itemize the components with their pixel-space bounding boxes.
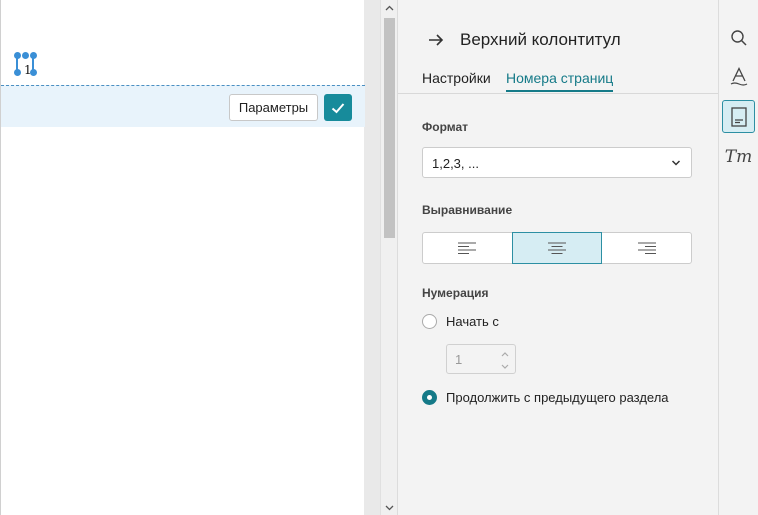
panel-tabs: Настройки Номера страниц <box>398 66 719 94</box>
alignment-label: Выравнивание <box>422 203 513 217</box>
start-from-option[interactable]: Начать с <box>422 314 499 329</box>
start-number-value: 1 <box>455 352 463 367</box>
header-footer-icon <box>730 106 747 127</box>
header-footer-button[interactable] <box>722 100 755 133</box>
params-button[interactable]: Параметры <box>229 94 318 121</box>
text-style-button[interactable] <box>722 60 755 93</box>
font-icon: Tт <box>724 146 753 167</box>
selection-handle[interactable] <box>14 69 21 76</box>
vertical-scrollbar[interactable] <box>380 0 397 515</box>
start-from-label: Начать с <box>446 314 499 329</box>
scroll-down-button[interactable] <box>381 500 398 515</box>
align-right-icon <box>637 242 656 254</box>
checkmark-icon <box>331 102 345 113</box>
start-number-input[interactable]: 1 <box>446 344 516 374</box>
panel-title: Верхний колонтитул <box>460 30 621 49</box>
chevron-down-icon <box>385 505 394 510</box>
numbering-label: Нумерация <box>422 286 489 300</box>
scroll-thumb[interactable] <box>384 18 395 238</box>
font-button[interactable]: Tт <box>722 140 755 173</box>
format-label: Формат <box>422 120 469 134</box>
page-number-text: 1 <box>24 63 32 77</box>
align-center-button[interactable] <box>511 232 603 264</box>
alignment-group <box>422 232 692 264</box>
chevron-down-icon <box>671 160 681 166</box>
document-page[interactable]: 1 Параметры <box>0 0 365 515</box>
continue-label: Продолжить с предыдущего раздела <box>446 390 669 405</box>
align-left-button[interactable] <box>423 233 512 263</box>
confirm-button[interactable] <box>324 94 352 121</box>
selection-handle[interactable] <box>22 52 29 59</box>
tab-settings[interactable]: Настройки <box>422 70 491 90</box>
search-button[interactable] <box>722 21 755 54</box>
start-from-radio[interactable] <box>422 314 437 329</box>
arrow-right-icon[interactable] <box>426 30 446 50</box>
tab-page-numbers[interactable]: Номера страниц <box>506 70 614 92</box>
increment-button[interactable] <box>499 348 511 360</box>
continue-radio[interactable] <box>422 390 437 405</box>
continue-option[interactable]: Продолжить с предыдущего раздела <box>422 390 669 405</box>
page-number-field[interactable]: 1 <box>14 52 38 82</box>
decrement-button[interactable] <box>499 360 511 372</box>
document-area: 1 Параметры <box>0 0 380 515</box>
format-select-value: 1,2,3, ... <box>432 156 479 171</box>
text-style-icon <box>730 66 747 86</box>
header-settings-panel: Верхний колонтитул Настройки Номера стра… <box>397 0 719 515</box>
format-select[interactable]: 1,2,3, ... <box>422 147 692 178</box>
scroll-up-button[interactable] <box>381 0 398 15</box>
search-icon <box>730 29 747 46</box>
chevron-up-icon <box>385 5 394 10</box>
chevron-down-icon <box>501 364 509 369</box>
align-right-button[interactable] <box>602 233 691 263</box>
right-toolbar: Tт <box>718 0 758 515</box>
chevron-up-icon <box>501 351 509 356</box>
align-left-icon <box>458 242 477 254</box>
align-center-icon <box>548 242 566 254</box>
panel-header: Верхний колонтитул <box>398 24 719 56</box>
